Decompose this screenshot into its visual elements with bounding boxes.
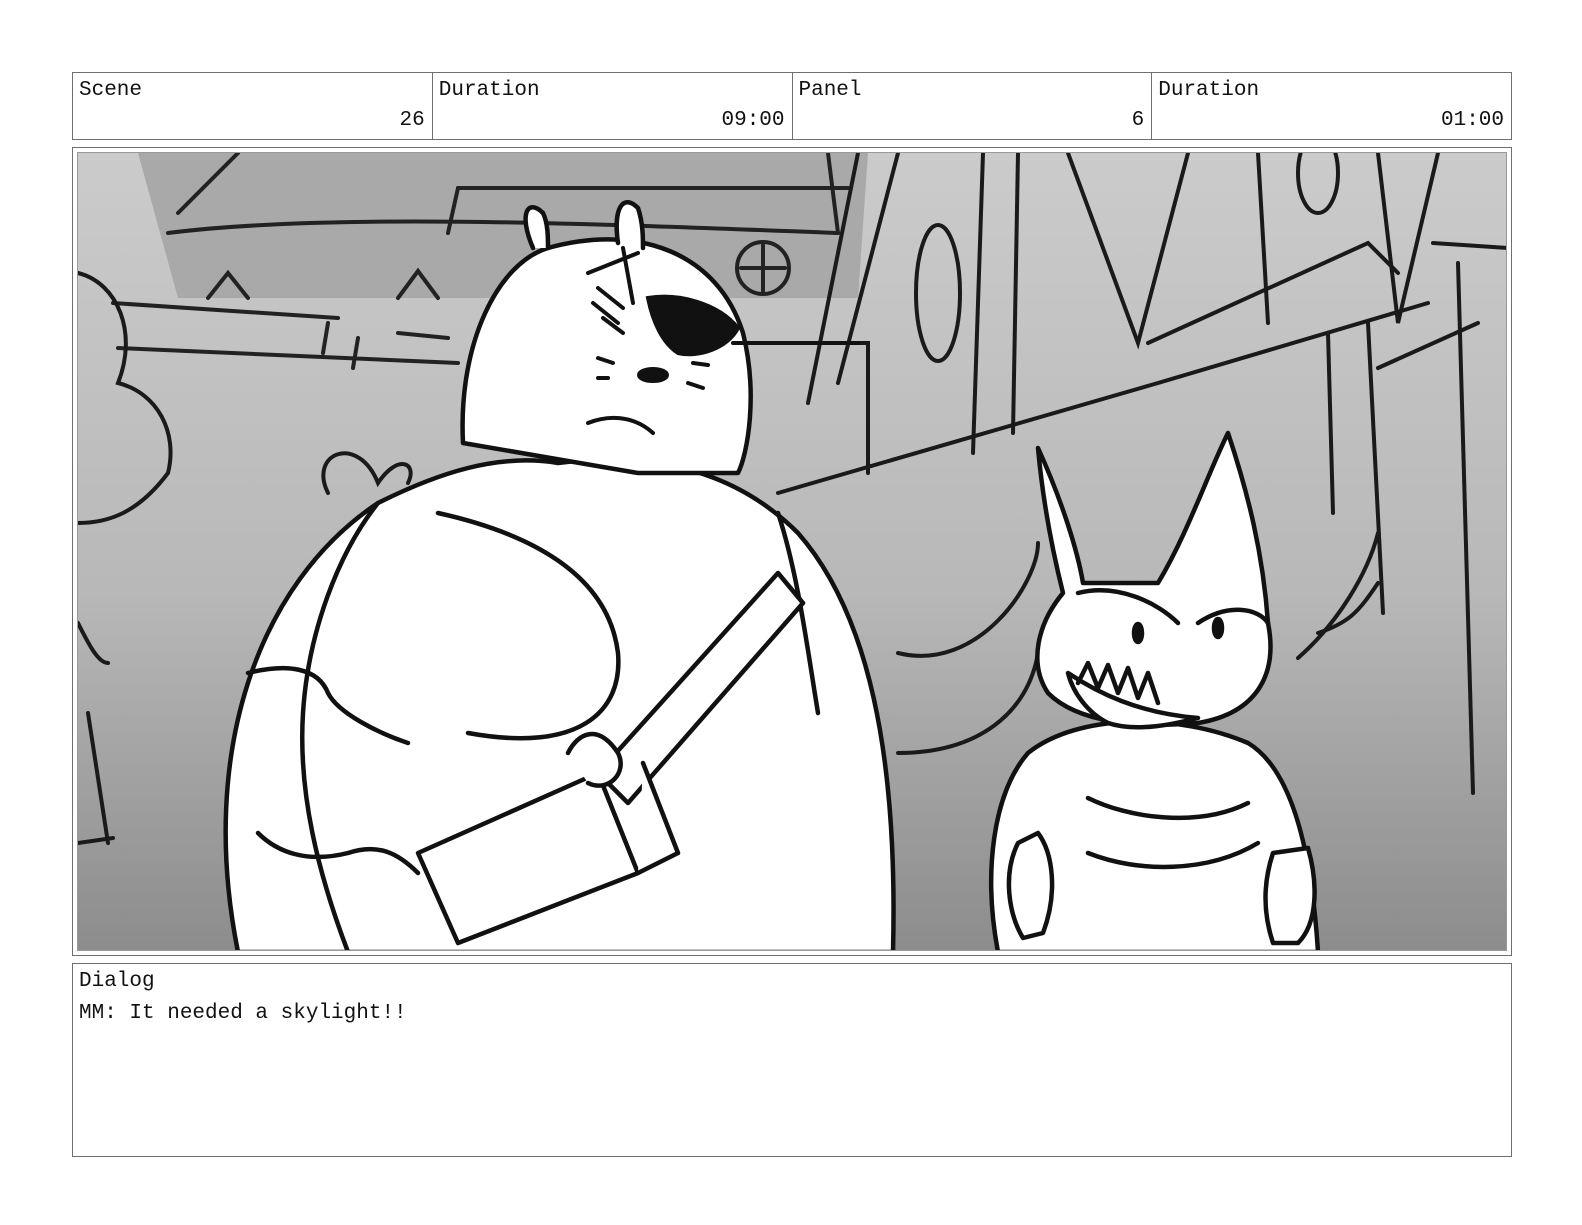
panel-number: 6 [1131,109,1145,132]
dialog-box: Dialog MM: It needed a skylight!! [72,963,1512,1157]
scene-duration-cell: Duration 09:00 [433,73,793,139]
scene-label: Scene [79,79,143,102]
panel-label: Panel [798,79,862,102]
panel-duration-label: Duration [1158,79,1260,102]
storyboard-header: Scene 26 Duration 09:00 Panel 6 Duration… [72,72,1512,140]
panel-cell: Panel 6 [793,73,1153,139]
scene-duration-label: Duration [438,79,540,102]
storyboard-sketch [77,152,1507,951]
dialog-text: MM: It needed a skylight!! [79,1002,407,1025]
panel-duration-value: 01:00 [1440,109,1504,132]
scene-number: 26 [399,109,425,132]
storyboard-panel-frame [72,147,1512,956]
scene-duration-value: 09:00 [721,109,785,132]
scene-cell: Scene 26 [73,73,433,139]
panel-duration-cell: Duration 01:00 [1152,73,1511,139]
dialog-label: Dialog [79,970,155,993]
